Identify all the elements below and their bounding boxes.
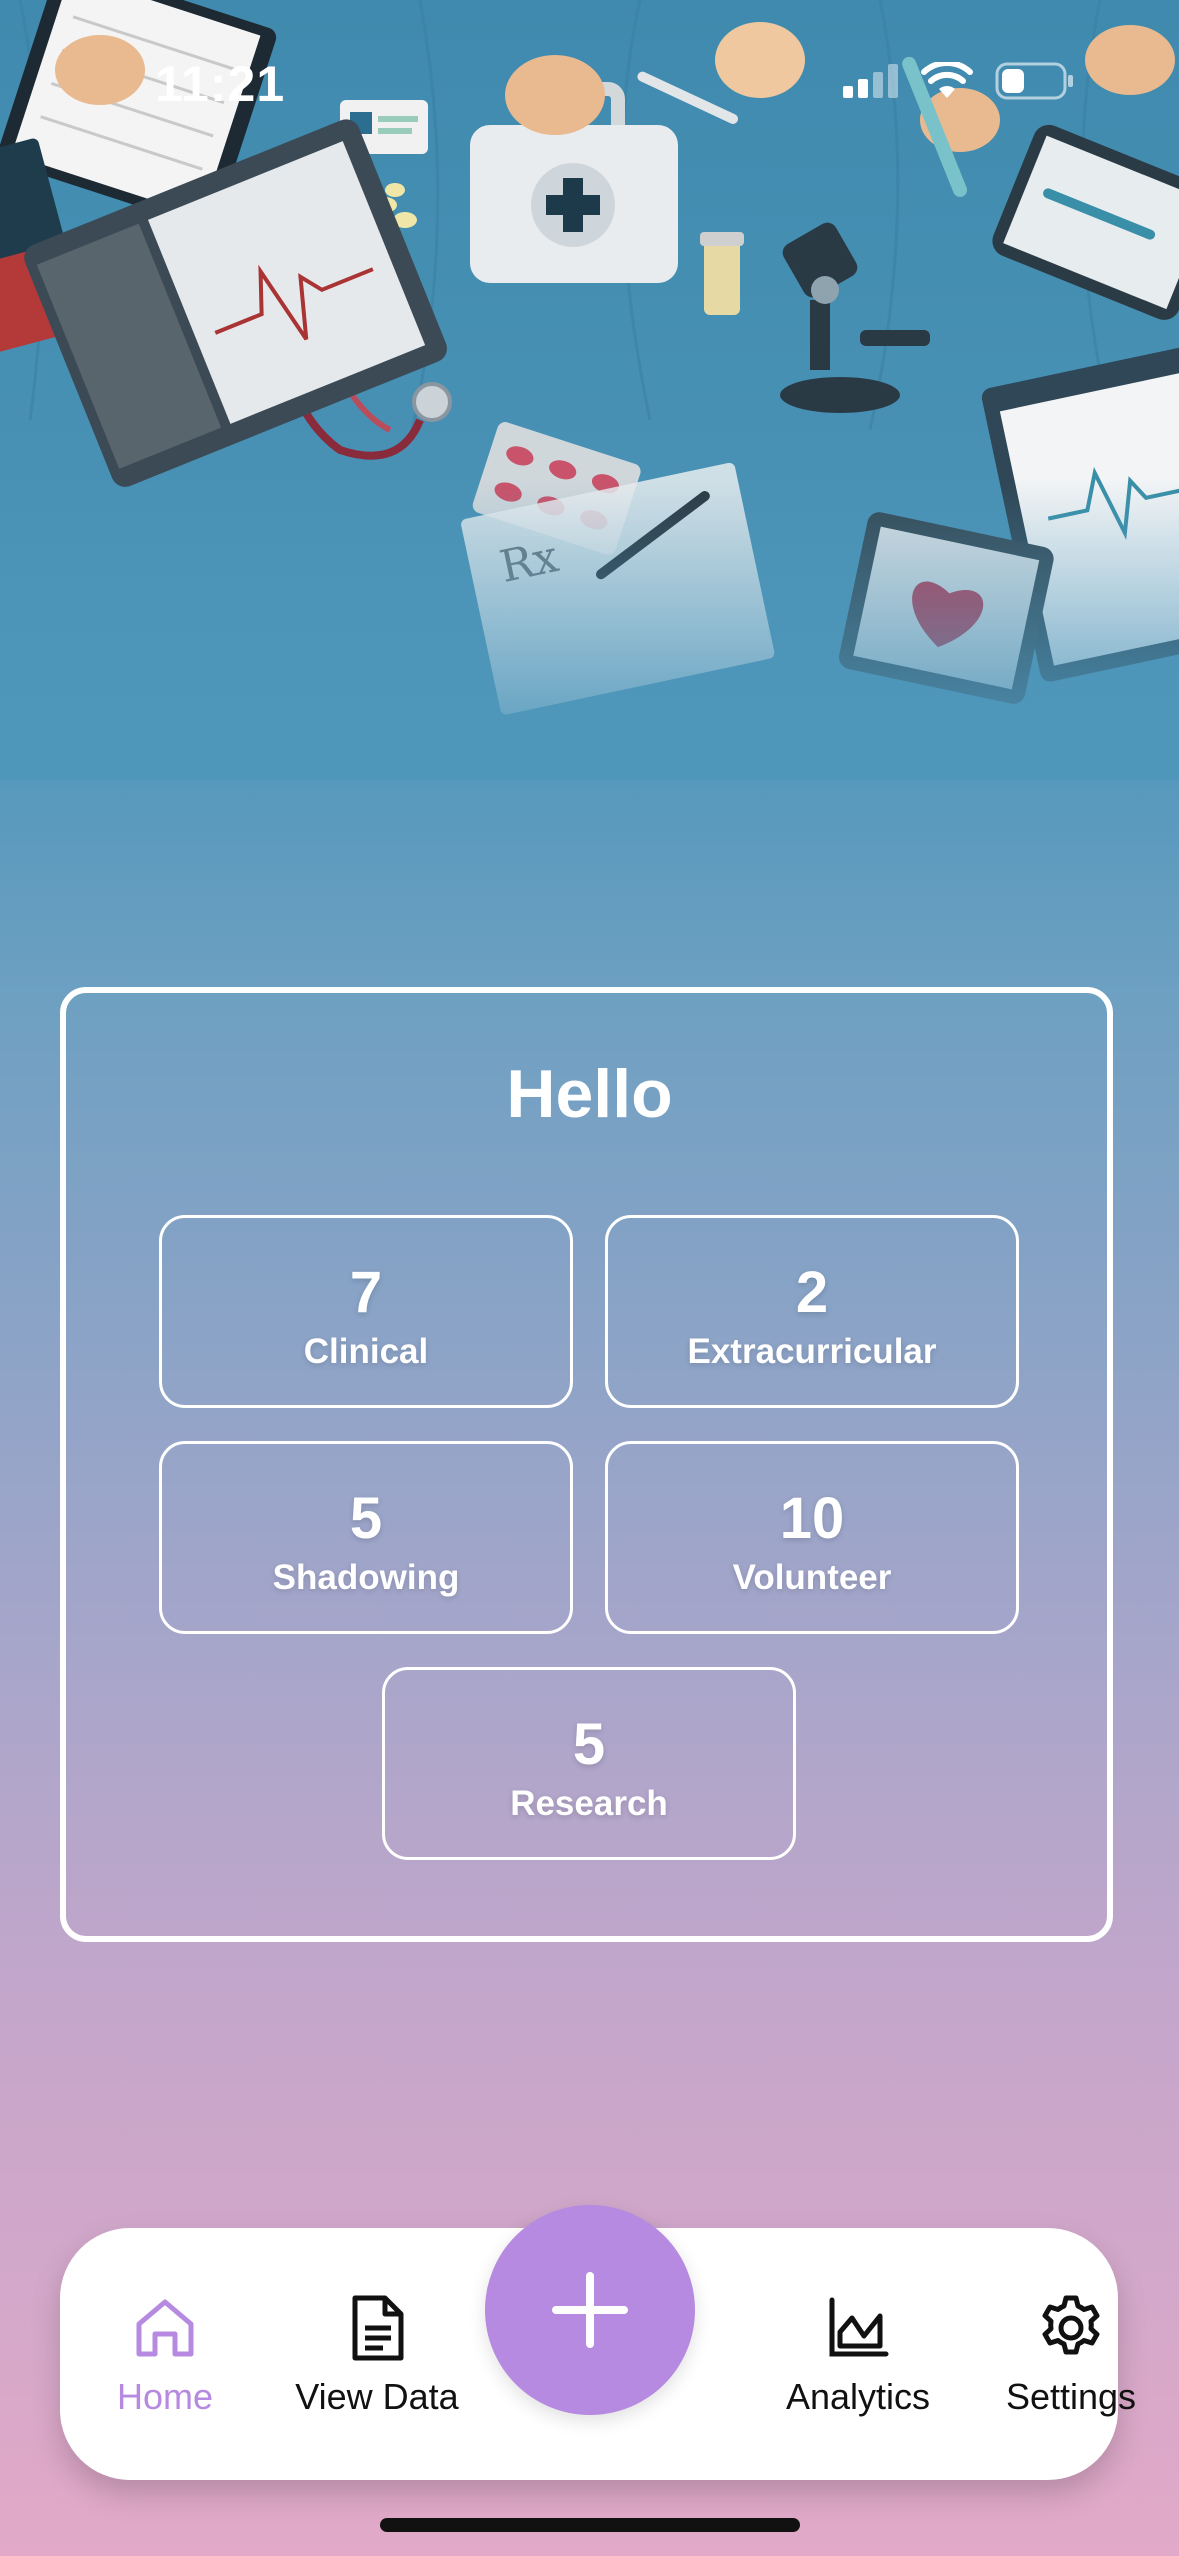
tab-home-label: Home — [116, 2376, 214, 2417]
add-entry-button[interactable] — [485, 2205, 695, 2415]
wifi-icon — [921, 62, 973, 98]
tab-settings[interactable]: Settings — [966, 2228, 1176, 2480]
stat-card-research[interactable]: 5 Research — [382, 1667, 796, 1860]
stat-count: 2 — [795, 1260, 829, 1325]
status-bar: 11:21 — [0, 0, 1179, 170]
gear-icon — [1042, 2295, 1100, 2355]
home-indicator[interactable] — [380, 2518, 800, 2532]
tab-home[interactable]: Home — [60, 2228, 270, 2480]
cellular-signal-icon — [843, 64, 898, 98]
stat-card-shadowing[interactable]: 5 Shadowing — [159, 1441, 573, 1634]
stat-count: 5 — [349, 1486, 383, 1551]
document-icon — [352, 2295, 404, 2361]
home-icon — [136, 2299, 194, 2357]
tab-analytics[interactable]: Analytics — [753, 2228, 963, 2480]
plus-icon — [552, 2272, 628, 2348]
battery-icon — [995, 62, 1073, 100]
stat-label: Volunteer — [732, 1558, 892, 1597]
greeting-title: Hello — [506, 1056, 673, 1132]
chart-icon — [829, 2297, 889, 2357]
tab-settings-label: Settings — [1005, 2376, 1137, 2417]
stat-label: Clinical — [303, 1332, 429, 1371]
stat-card-extracurricular[interactable]: 2 Extracurricular — [605, 1215, 1019, 1408]
stat-card-volunteer[interactable]: 10 Volunteer — [605, 1441, 1019, 1634]
stat-label: Research — [510, 1784, 668, 1823]
svg-text:Rx: Rx — [496, 531, 563, 593]
stat-count: 10 — [779, 1486, 845, 1551]
tab-view-data-label: View Data — [295, 2376, 459, 2417]
status-icons — [843, 62, 1075, 100]
tab-view-data[interactable]: View Data — [272, 2228, 482, 2480]
stat-card-clinical[interactable]: 7 Clinical — [159, 1215, 573, 1408]
stat-count: 5 — [572, 1712, 606, 1777]
stat-count: 7 — [349, 1260, 383, 1325]
stat-label: Extracurricular — [687, 1332, 937, 1371]
tab-analytics-label: Analytics — [785, 2376, 931, 2417]
status-time: 11:21 — [155, 56, 286, 112]
stat-label: Shadowing — [272, 1558, 460, 1597]
